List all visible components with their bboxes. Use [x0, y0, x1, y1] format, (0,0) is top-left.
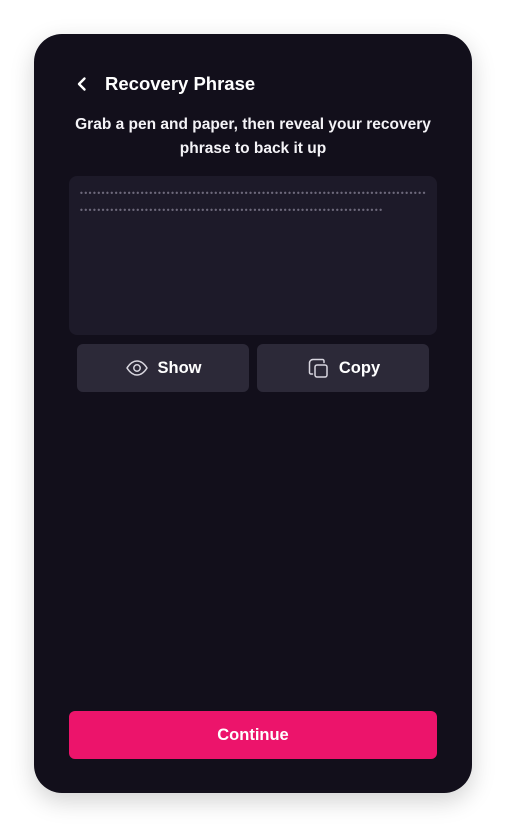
header: Recovery Phrase [34, 68, 472, 100]
copy-icon [306, 356, 330, 380]
back-button[interactable] [70, 72, 94, 96]
page-title: Recovery Phrase [105, 73, 256, 94]
copy-button-label: Copy [338, 358, 381, 377]
show-button[interactable]: Show [77, 344, 249, 392]
recovery-phrase-card: Recovery Phrase Grab a pen and paper, th… [34, 34, 472, 793]
show-button-label: Show [157, 358, 202, 377]
phrase-actions: Show Copy [77, 344, 429, 392]
copy-button[interactable]: Copy [257, 344, 429, 392]
instructions-text: Grab a pen and paper, then reveal your r… [75, 116, 431, 157]
masked-recovery-phrase: ••••••••••••••••••••••••••••••••••••••••… [79, 189, 426, 215]
chevron-left-icon [74, 76, 90, 92]
eye-icon [125, 356, 149, 380]
recovery-phrase-box: ••••••••••••••••••••••••••••••••••••••••… [69, 176, 437, 335]
continue-button[interactable]: Continue [69, 711, 437, 759]
